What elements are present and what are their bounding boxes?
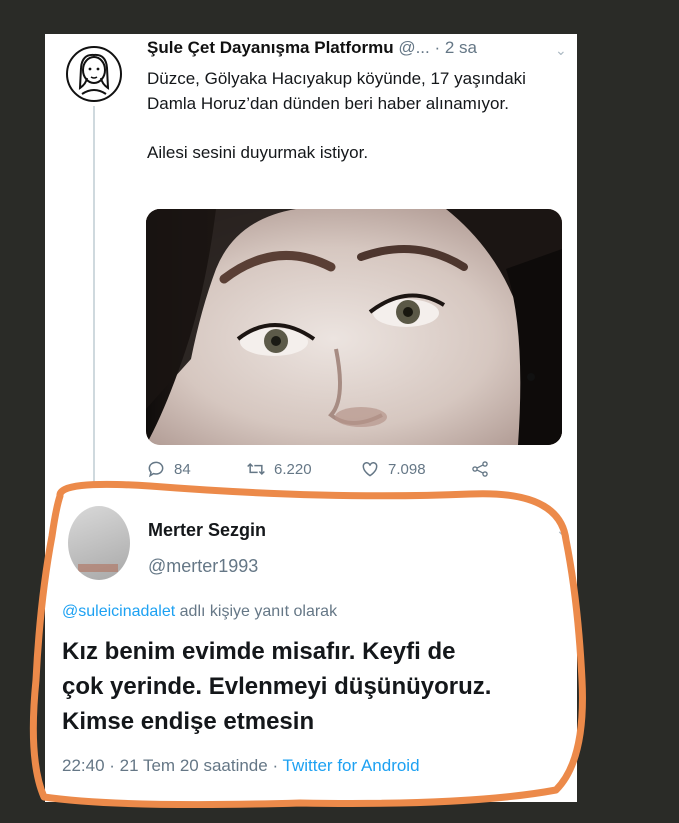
- author-avatar[interactable]: [66, 46, 122, 102]
- reply-text: Kız benim evimde misafır. Keyfi de çok y…: [62, 634, 562, 739]
- tweet-header[interactable]: Şule Çet Dayanışma Platformu @... · 2 sa: [147, 38, 567, 60]
- tweet-text-line: Düzce, Gölyaka Hacıyakup köyünde, 17 yaş…: [147, 69, 526, 113]
- reply-footer: 22:40 · 21 Tem 20 saatinde · Twitter for…: [62, 756, 420, 776]
- portrait-photo-image: [146, 209, 562, 445]
- retweet-action[interactable]: 6.220: [246, 459, 312, 479]
- face-drawing-icon: [78, 53, 110, 95]
- replying-to: @suleicinadalet adlı kişiye yanıt olarak: [62, 603, 337, 621]
- reply-author-avatar[interactable]: [68, 506, 130, 580]
- tweet-text-line: Ailesi sesini duyurmak istiyor.: [147, 143, 369, 162]
- reply-text-line: Kimse endişe etmesin: [62, 708, 315, 735]
- like-count: 7.098: [388, 460, 426, 478]
- share-action[interactable]: [470, 459, 490, 479]
- reply-text-line: Kız benim evimde misafır. Keyfi de: [62, 638, 456, 665]
- reply-menu-chevron-icon[interactable]: ⌄: [556, 522, 568, 539]
- reply-icon: [148, 461, 164, 478]
- like-action[interactable]: 7.098: [360, 459, 426, 479]
- tweet-time[interactable]: · 2 sa: [434, 38, 477, 57]
- replying-label: adlı kişiye yanıt olarak: [179, 603, 338, 620]
- reply-text-line: çok yerinde. Evlenmeyi düşünüyoruz.: [62, 673, 492, 700]
- thread-line: [93, 106, 95, 486]
- avatar-image: [78, 564, 118, 572]
- reply-action[interactable]: 84: [146, 459, 191, 479]
- like-icon: [362, 461, 378, 477]
- tweet-text: Düzce, Gölyaka Hacıyakup köyünde, 17 yaş…: [147, 66, 547, 165]
- reply-count: 84: [174, 460, 191, 478]
- reply-author-handle[interactable]: @merter1993: [148, 556, 258, 577]
- share-icon: [472, 461, 488, 477]
- author-name[interactable]: Şule Çet Dayanışma Platformu: [147, 38, 394, 57]
- reply-client-link[interactable]: Twitter for Android: [283, 756, 420, 775]
- replying-mention-link[interactable]: @suleicinadalet: [62, 603, 175, 620]
- tweet-menu-chevron-icon[interactable]: ⌄: [555, 42, 567, 59]
- reply-author-name[interactable]: Merter Sezgin: [148, 520, 266, 541]
- tweet-photo[interactable]: [146, 209, 562, 445]
- reply-timestamp[interactable]: 22:40 · 21 Tem 20 saatinde ·: [62, 756, 278, 775]
- tweet-actions: 84 6.220 7.098: [146, 459, 566, 483]
- author-handle[interactable]: @...: [398, 38, 429, 57]
- retweet-icon: [247, 462, 265, 476]
- retweet-count: 6.220: [274, 460, 312, 478]
